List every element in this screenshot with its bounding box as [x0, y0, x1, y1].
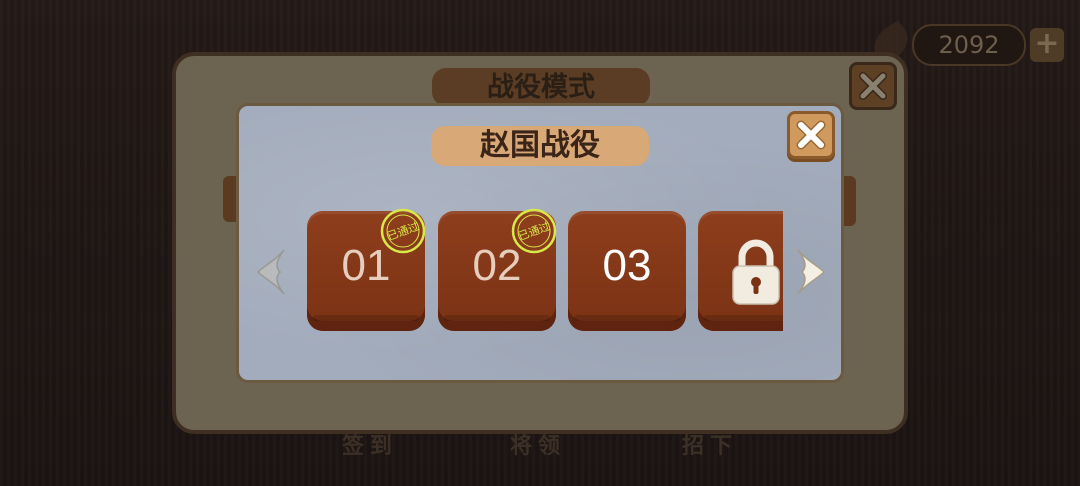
level-tile-03[interactable]: 03 [568, 211, 686, 331]
level-tile-locked[interactable] [698, 211, 783, 331]
next-page-button[interactable] [794, 246, 828, 298]
campaign-mode-title: 战役模式 [432, 68, 650, 106]
level-list: 01 已通过 02 已通过 03 [300, 205, 783, 337]
close-icon [796, 120, 826, 150]
add-currency-button[interactable]: + [1030, 28, 1064, 62]
level-number: 03 [602, 241, 652, 290]
campaign-title: 赵国战役 [431, 126, 649, 166]
cleared-stamp-icon: 已通过 [511, 208, 557, 254]
arrow-right-icon [797, 249, 826, 295]
prev-page-button[interactable] [254, 246, 288, 298]
level-tile-02[interactable]: 02 已通过 [438, 208, 557, 331]
cleared-stamp-text: 已通过 [516, 220, 551, 244]
outer-close-button[interactable] [849, 62, 897, 110]
cleared-stamp-text: 已通过 [385, 220, 420, 244]
cleared-stamp-icon: 已通过 [380, 208, 426, 254]
level-tile-01[interactable]: 01 已通过 [307, 208, 426, 331]
close-button[interactable] [787, 111, 835, 159]
currency-amount: 2092 [912, 24, 1026, 66]
close-icon [859, 72, 887, 100]
lock-icon [732, 239, 780, 305]
arrow-left-icon [256, 249, 285, 295]
